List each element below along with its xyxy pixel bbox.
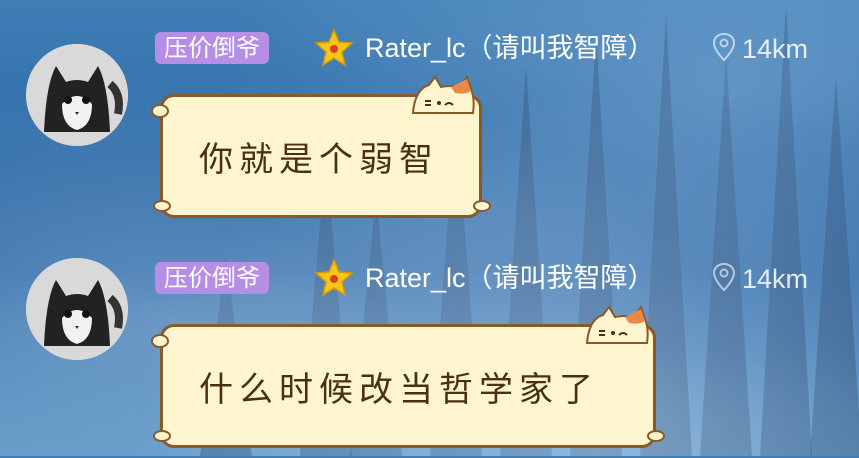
distance-label: 14km bbox=[742, 264, 809, 294]
location-pin-icon bbox=[712, 262, 736, 292]
message-text: 什么时候改当哲学家了 bbox=[199, 369, 599, 410]
message-bubble[interactable]: 你就是个弱智 bbox=[151, 75, 491, 218]
cat-avatar-icon bbox=[26, 44, 128, 146]
bubble-paw-icon bbox=[151, 334, 169, 348]
avatar[interactable] bbox=[26, 258, 128, 360]
chat-message: 压价倒爷 Rater_lc（请叫我智障） 14km 你就是个弱智 bbox=[0, 28, 859, 228]
bubble-paw-icon bbox=[153, 200, 171, 212]
cat-avatar-icon bbox=[26, 258, 128, 360]
user-title-badge: 压价倒爷 bbox=[155, 262, 269, 294]
avatar[interactable] bbox=[26, 44, 128, 146]
username[interactable]: Rater_lc（请叫我智障） bbox=[365, 30, 655, 66]
message-bubble[interactable]: 什么时候改当哲学家了 bbox=[151, 305, 665, 448]
user-title-badge: 压价倒爷 bbox=[155, 32, 269, 64]
location-pin-icon bbox=[712, 32, 736, 62]
star-icon bbox=[314, 258, 354, 297]
bubble-paw-icon bbox=[647, 430, 665, 442]
distance-label: 14km bbox=[742, 34, 809, 64]
bubble-paw-icon bbox=[151, 104, 169, 118]
chat-message: 压价倒爷 Rater_lc（请叫我智障） 14km 什么时候改当哲学家了 bbox=[0, 258, 859, 458]
username[interactable]: Rater_lc（请叫我智障） bbox=[365, 260, 655, 296]
bubble-paw-icon bbox=[153, 430, 171, 442]
message-text: 你就是个弱智 bbox=[199, 139, 439, 180]
bubble-paw-icon bbox=[473, 200, 491, 212]
star-icon bbox=[314, 28, 354, 67]
